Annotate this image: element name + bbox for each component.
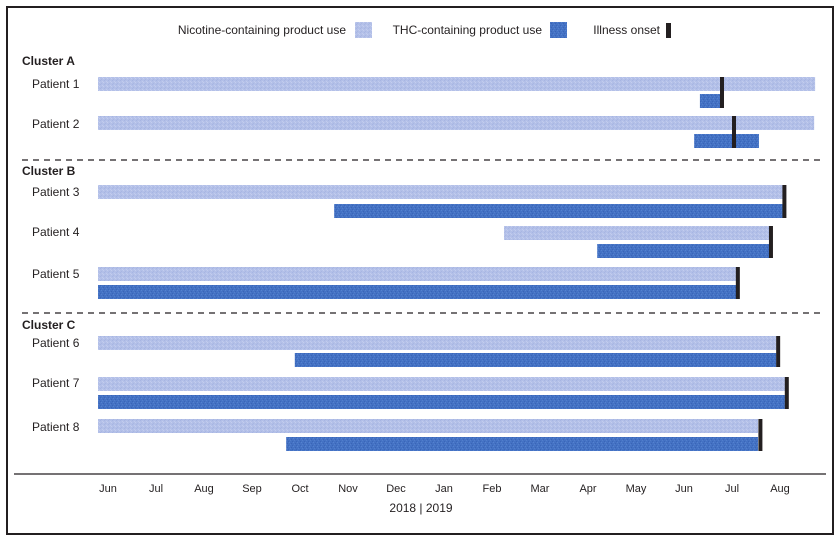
patient-row: Patient 2	[32, 116, 815, 148]
patient-label: Patient 4	[32, 225, 80, 239]
nicotine-use-bar	[98, 185, 783, 199]
illness-onset-marker	[758, 419, 763, 451]
x-tick-label: Apr	[579, 483, 596, 495]
patient-row: Patient 3	[32, 185, 787, 218]
patient-row: Patient 7	[32, 376, 789, 409]
legend-label-thc: THC-containing product use	[393, 23, 543, 37]
x-tick-label: May	[626, 483, 647, 495]
patient-label: Patient 3	[32, 185, 80, 199]
legend-swatch-nicotine	[355, 22, 372, 38]
patient-row: Patient 6	[32, 336, 781, 367]
x-tick-label: Dec	[386, 483, 406, 495]
illness-onset-marker	[735, 267, 740, 299]
x-tick-label: Sep	[242, 483, 262, 495]
illness-onset-marker	[776, 336, 781, 367]
cluster-c: Cluster C Patient 6 Patient 7 Patient 8	[22, 318, 789, 451]
x-tick-label: Jun	[99, 483, 117, 495]
x-tick-label: Nov	[338, 483, 358, 495]
illness-onset-marker	[720, 77, 724, 108]
x-tick-label: Oct	[291, 483, 308, 495]
x-tick-label: Aug	[770, 483, 790, 495]
thc-use-bar	[699, 94, 722, 108]
illness-onset-marker	[768, 226, 773, 258]
thc-use-bar	[286, 437, 758, 451]
timeline-chart: Nicotine-containing product use THC-cont…	[14, 22, 826, 515]
cluster-b: Cluster B Patient 3 Patient 4 Patient 5	[22, 164, 787, 299]
thc-use-bar	[294, 353, 777, 367]
x-tick-label: Jul	[725, 483, 739, 495]
nicotine-use-bar	[98, 336, 777, 350]
legend-swatch-onset	[666, 23, 671, 38]
illness-onset-marker	[784, 377, 789, 409]
cluster-label: Cluster C	[22, 318, 76, 332]
patient-row: Patient 4	[32, 225, 773, 258]
legend-swatch-thc	[550, 22, 567, 38]
patient-row: Patient 8	[32, 419, 763, 451]
x-tick-label: Feb	[483, 483, 502, 495]
patient-label: Patient 8	[32, 420, 80, 434]
nicotine-use-bar	[504, 226, 770, 240]
thc-use-bar	[98, 285, 737, 299]
nicotine-use-bar	[98, 116, 815, 130]
legend-label-nicotine: Nicotine-containing product use	[178, 23, 346, 37]
legend: Nicotine-containing product use THC-cont…	[178, 22, 671, 38]
nicotine-use-bar	[98, 77, 816, 91]
clusters: Cluster A Patient 1 Patient 2 Cluster B Pati…	[22, 54, 816, 451]
thc-use-bar	[694, 134, 759, 148]
x-tick-label: Jun	[675, 483, 693, 495]
patient-label: Patient 5	[32, 267, 80, 281]
cluster-a: Cluster A Patient 1 Patient 2	[22, 54, 816, 148]
thc-use-bar	[98, 395, 785, 409]
x-tick-label: Mar	[531, 483, 550, 495]
illness-onset-marker	[782, 185, 787, 218]
thc-use-bar	[334, 204, 783, 218]
patient-label: Patient 6	[32, 336, 80, 350]
cluster-label: Cluster A	[22, 54, 75, 68]
nicotine-use-bar	[98, 267, 737, 281]
x-tick-label: Aug	[194, 483, 214, 495]
patient-row: Patient 5	[32, 267, 740, 299]
legend-label-onset: Illness onset	[593, 23, 660, 37]
patient-label: Patient 1	[32, 77, 80, 91]
cluster-label: Cluster B	[22, 164, 76, 178]
patient-label: Patient 7	[32, 376, 80, 390]
nicotine-use-bar	[98, 377, 785, 391]
thc-use-bar	[597, 244, 770, 258]
x-axis-ticks: Jun Jul Aug Sep Oct Nov Dec Jan Feb Mar Apr May Jun J…	[99, 483, 790, 495]
illness-onset-marker	[732, 116, 736, 148]
patient-label: Patient 2	[32, 117, 80, 131]
x-tick-label: Jul	[149, 483, 163, 495]
x-tick-label: Jan	[435, 483, 453, 495]
x-axis-year-label: 2018 | 2019	[389, 501, 453, 515]
patient-row: Patient 1	[32, 77, 816, 108]
nicotine-use-bar	[98, 419, 758, 433]
